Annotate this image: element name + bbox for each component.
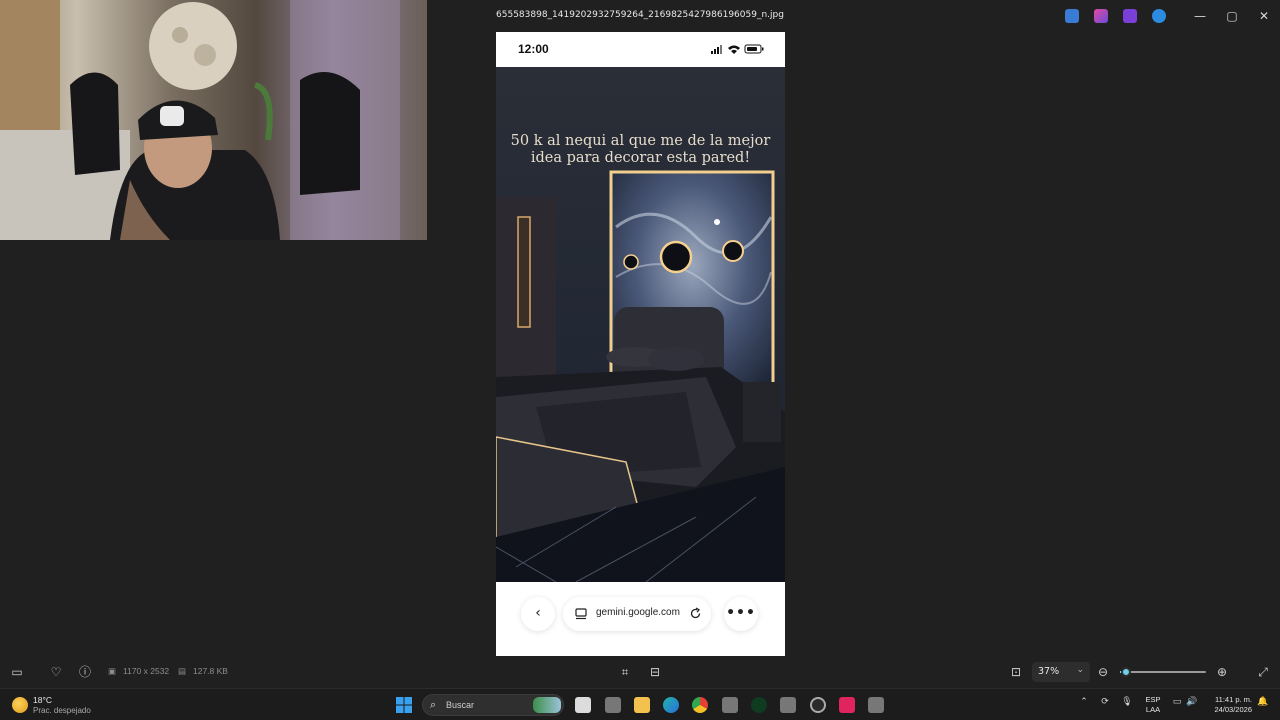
file-explorer-icon[interactable]: [634, 697, 650, 713]
chrome-icon[interactable]: [692, 697, 708, 713]
zoom-slider-track[interactable]: [1128, 671, 1206, 673]
search-placeholder: Buscar: [446, 700, 475, 710]
taskbar: 18°C Prac. despejado ⌕ Buscar ⌃ ⟳ 🎙 ESP …: [0, 688, 1280, 720]
search-icon: ⌕: [430, 698, 437, 711]
more-dots-icon: •••: [726, 605, 756, 621]
ocr-scan-icon[interactable]: ⊟: [647, 664, 663, 680]
zoom-in-icon[interactable]: ⊕: [1214, 664, 1230, 680]
zoom-select[interactable]: 37% ⌄: [1032, 662, 1090, 682]
windows-start-icon[interactable]: [396, 697, 412, 713]
maximize-button[interactable]: ▢: [1217, 6, 1247, 26]
filesize-icon: ▤: [178, 666, 187, 676]
microphone-icon[interactable]: 🎙: [1120, 697, 1134, 707]
signal-icon: [711, 45, 722, 54]
clock-time: 11:41 p. m.: [1215, 695, 1252, 704]
language-indicator[interactable]: ESP LAA: [1144, 695, 1162, 715]
crop-icon[interactable]: ⌗: [617, 664, 633, 680]
chevron-left-icon: ‹: [535, 605, 541, 621]
weather-moon-icon[interactable]: [12, 697, 28, 713]
upwork-icon[interactable]: [751, 697, 767, 713]
zoom-value: 37%: [1038, 666, 1060, 677]
sync-icon[interactable]: ⟳: [1098, 697, 1112, 707]
bedroom-photo: 50 k al nequi al que me de la mejor idea…: [496, 67, 785, 582]
phone-screenshot: 12:00 50 k al nequi al que me de la mejo…: [496, 32, 785, 656]
search-highlight-icon: [533, 697, 561, 713]
clock[interactable]: 11:41 p. m. 24/03/2026: [1200, 695, 1252, 715]
more-button[interactable]: •••: [724, 597, 758, 631]
keyboard-layout: LAA: [1145, 705, 1161, 714]
image-dimensions: 1170 x 2532: [123, 666, 170, 676]
weather-description[interactable]: Prac. despejado: [33, 706, 91, 715]
notification-bell-icon[interactable]: 🔔: [1256, 697, 1270, 707]
reload-icon[interactable]: [689, 607, 702, 620]
url-bar[interactable]: gemini.google.com: [563, 597, 711, 631]
edge-icon[interactable]: [663, 697, 679, 713]
app-icon-1[interactable]: [605, 697, 621, 713]
status-time: 12:00: [518, 42, 549, 56]
fullscreen-icon[interactable]: ⤢: [1255, 664, 1271, 680]
photos-app-icon[interactable]: [868, 697, 884, 713]
status-icons: [711, 44, 764, 54]
app-icon-3[interactable]: [780, 697, 796, 713]
zoom-slider-thumb[interactable]: [1121, 667, 1131, 677]
filmstrip-icon[interactable]: ▭: [9, 664, 25, 680]
taskbar-search[interactable]: ⌕ Buscar: [422, 694, 564, 716]
obs-icon[interactable]: [810, 697, 826, 713]
language-code: ESP: [1145, 695, 1161, 704]
fit-screen-icon[interactable]: ⊡: [1008, 664, 1024, 680]
info-icon[interactable]: ⓘ: [77, 664, 93, 680]
onedrive-icon[interactable]: [1152, 9, 1166, 23]
image-filesize: 127.8 KB: [193, 666, 228, 676]
close-button[interactable]: ✕: [1249, 6, 1279, 26]
chevron-down-icon: ⌄: [1076, 665, 1084, 675]
zoom-out-icon[interactable]: ⊖: [1095, 664, 1111, 680]
clipchamp-icon[interactable]: [1123, 9, 1137, 23]
task-view-icon[interactable]: [575, 697, 591, 713]
wifi-icon: [728, 45, 740, 54]
app-icon-2[interactable]: [722, 697, 738, 713]
chevron-up-icon[interactable]: ⌃: [1077, 697, 1091, 707]
edit-app-icon[interactable]: [1065, 9, 1079, 23]
minimize-button[interactable]: —: [1185, 6, 1215, 26]
volume-icon[interactable]: 🔊: [1185, 697, 1199, 707]
window-title: 655583898_1419202932759264_2169825427986…: [496, 10, 784, 20]
url-text: gemini.google.com: [596, 607, 680, 618]
tabs-icon: [575, 608, 587, 620]
paint-app-icon[interactable]: [1094, 9, 1108, 23]
tiktok-icon[interactable]: [839, 697, 855, 713]
clock-date: 24/03/2026: [1214, 705, 1252, 714]
webcam-scene: [0, 0, 400, 240]
viewer-toolbar: ▭ ♡ ⓘ ▣ 1170 x 2532 ▤ 127.8 KB ⌗ ⊟ ⊡ 37%…: [0, 656, 1280, 688]
favorite-heart-icon[interactable]: ♡: [48, 664, 64, 680]
display-icon[interactable]: ▭: [1170, 697, 1184, 707]
weather-temperature[interactable]: 18°C: [33, 695, 52, 705]
webcam-overlay: [0, 0, 427, 240]
battery-icon: [744, 44, 764, 54]
back-button[interactable]: ‹: [521, 597, 555, 631]
photo-caption: 50 k al nequi al que me de la mejor idea…: [510, 133, 771, 166]
dimensions-icon: ▣: [108, 666, 117, 676]
